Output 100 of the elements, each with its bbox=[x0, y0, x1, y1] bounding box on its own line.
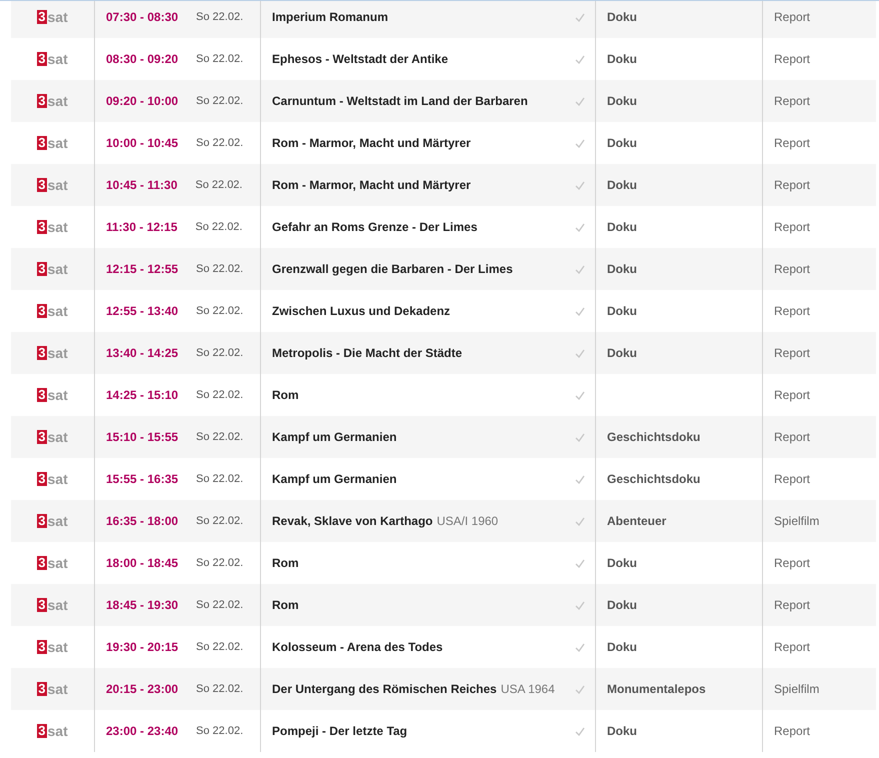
check-icon bbox=[575, 558, 585, 568]
genre: Geschichtsdoku bbox=[607, 430, 700, 444]
programme-title[interactable]: Zwischen Luxus und Dekadenz bbox=[272, 304, 450, 318]
airtime: 10:00 - 10:45 bbox=[106, 136, 178, 150]
category: Report bbox=[774, 472, 810, 486]
check-icon bbox=[575, 726, 585, 736]
air-date: So 22.02. bbox=[196, 641, 244, 653]
channel-logo: 3 sat bbox=[37, 387, 68, 403]
category: Report bbox=[774, 388, 810, 402]
check-icon bbox=[575, 600, 585, 610]
channel-logo: 3 sat bbox=[37, 9, 68, 25]
channel-logo: 3 sat bbox=[37, 639, 68, 655]
category: Report bbox=[774, 178, 810, 192]
category: Report bbox=[774, 136, 810, 150]
check-icon bbox=[575, 54, 585, 64]
category: Report bbox=[774, 10, 810, 24]
airtime: 14:25 - 15:10 bbox=[106, 388, 178, 402]
check-icon bbox=[575, 432, 585, 442]
genre: Monumentalepos bbox=[607, 682, 706, 696]
air-date: So 22.02. bbox=[196, 53, 244, 65]
air-date: So 22.02. bbox=[196, 431, 244, 443]
genre: Doku bbox=[607, 220, 637, 234]
programme-title[interactable]: Carnuntum - Weltstadt im Land der Barbaren bbox=[272, 94, 528, 108]
check-icon bbox=[575, 516, 585, 526]
channel-logo: 3 sat bbox=[37, 303, 68, 319]
air-date: So 22.02. bbox=[195, 179, 242, 191]
category: Report bbox=[774, 724, 810, 738]
genre: Doku bbox=[607, 640, 637, 654]
airtime: 23:00 - 23:40 bbox=[106, 724, 178, 738]
air-date: So 22.02. bbox=[196, 599, 244, 611]
airtime: 08:30 - 09:20 bbox=[106, 52, 178, 66]
genre: Doku bbox=[607, 724, 637, 738]
channel-logo: 3 sat bbox=[37, 723, 68, 739]
programme-title[interactable]: Kampf um Germanien bbox=[272, 472, 397, 486]
genre: Doku bbox=[607, 178, 637, 192]
channel-logo: 3 sat bbox=[37, 513, 68, 529]
programme-title[interactable]: Kolosseum - Arena des Todes bbox=[272, 640, 443, 654]
air-date: So 22.02. bbox=[196, 725, 244, 737]
programme-title[interactable]: Der Untergang des Römischen Reiches USA 1964 bbox=[272, 682, 555, 696]
programme-title[interactable]: Ephesos - Weltstadt der Antike bbox=[272, 52, 448, 66]
check-icon bbox=[575, 390, 585, 400]
programme-title[interactable]: Rom - Marmor, Macht und Märtyrer bbox=[272, 178, 471, 192]
genre: Abenteuer bbox=[607, 514, 666, 528]
channel-logo: 3 sat bbox=[37, 219, 68, 235]
check-icon bbox=[575, 306, 585, 316]
check-icon bbox=[575, 474, 585, 484]
channel-logo: 3 sat bbox=[37, 345, 68, 361]
airtime: 09:20 - 10:00 bbox=[106, 94, 178, 108]
airtime: 15:10 - 15:55 bbox=[106, 430, 178, 444]
genre: Doku bbox=[607, 304, 637, 318]
genre: Doku bbox=[607, 556, 637, 570]
programme-title[interactable]: Metropolis - Die Macht der Städte bbox=[272, 346, 462, 360]
programme-title[interactable]: Rom bbox=[272, 388, 299, 402]
programme-title[interactable]: Rom bbox=[272, 598, 299, 612]
air-date: So 22.02. bbox=[196, 11, 244, 23]
airtime: 10:45 - 11:30 bbox=[106, 178, 178, 192]
programme-title[interactable]: Imperium Romanum bbox=[272, 10, 388, 24]
category: Spielfilm bbox=[774, 514, 820, 528]
airtime: 20:15 - 23:00 bbox=[106, 682, 178, 696]
genre: Doku bbox=[607, 262, 637, 276]
genre: Geschichtsdoku bbox=[607, 472, 700, 486]
programme-title[interactable]: Pompeji - Der letzte Tag bbox=[272, 724, 408, 738]
airtime: 13:40 - 14:25 bbox=[106, 346, 178, 360]
programme-title[interactable]: Rom - Marmor, Macht und Märtyrer bbox=[272, 136, 471, 150]
channel-logo: 3 sat bbox=[37, 51, 68, 67]
category: Report bbox=[774, 430, 810, 444]
airtime: 11:30 - 12:15 bbox=[106, 220, 178, 234]
check-icon bbox=[575, 222, 585, 232]
air-date: So 22.02. bbox=[196, 347, 244, 359]
genre: Doku bbox=[607, 136, 637, 150]
air-date: So 22.02. bbox=[196, 95, 244, 107]
airtime: 12:15 - 12:55 bbox=[106, 262, 178, 276]
air-date: So 22.02. bbox=[196, 305, 244, 317]
genre: Doku bbox=[607, 94, 637, 108]
programme-title[interactable]: Kampf um Germanien bbox=[272, 430, 397, 444]
check-icon bbox=[575, 348, 585, 358]
genre: Doku bbox=[607, 52, 637, 66]
category: Report bbox=[774, 598, 810, 612]
check-icon bbox=[575, 180, 585, 190]
air-date: So 22.02. bbox=[195, 221, 242, 233]
channel-logo: 3 sat bbox=[37, 135, 68, 151]
channel-logo: 3 sat bbox=[37, 93, 68, 109]
channel-logo: 3 sat bbox=[37, 261, 68, 277]
programme-title[interactable]: Revak, Sklave von Karthago USA/I 1960 bbox=[272, 514, 498, 528]
air-date: So 22.02. bbox=[196, 683, 244, 695]
programme-title[interactable]: Grenzwall gegen die Barbaren - Der Limes bbox=[272, 262, 513, 276]
check-icon bbox=[575, 684, 585, 694]
category: Spielfilm bbox=[774, 682, 820, 696]
airtime: 19:30 - 20:15 bbox=[106, 640, 178, 654]
programme-title[interactable]: Gefahr an Roms Grenze - Der Limes bbox=[272, 220, 478, 234]
channel-logo: 3 sat bbox=[37, 429, 68, 445]
check-icon bbox=[575, 264, 585, 274]
category: Report bbox=[774, 220, 810, 234]
channel-logo: 3 sat bbox=[37, 681, 68, 697]
airtime: 18:45 - 19:30 bbox=[106, 598, 178, 612]
airtime: 07:30 - 08:30 bbox=[106, 10, 178, 24]
airtime: 15:55 - 16:35 bbox=[106, 472, 178, 486]
category: Report bbox=[774, 304, 810, 318]
category: Report bbox=[774, 94, 810, 108]
programme-title[interactable]: Rom bbox=[272, 556, 299, 570]
